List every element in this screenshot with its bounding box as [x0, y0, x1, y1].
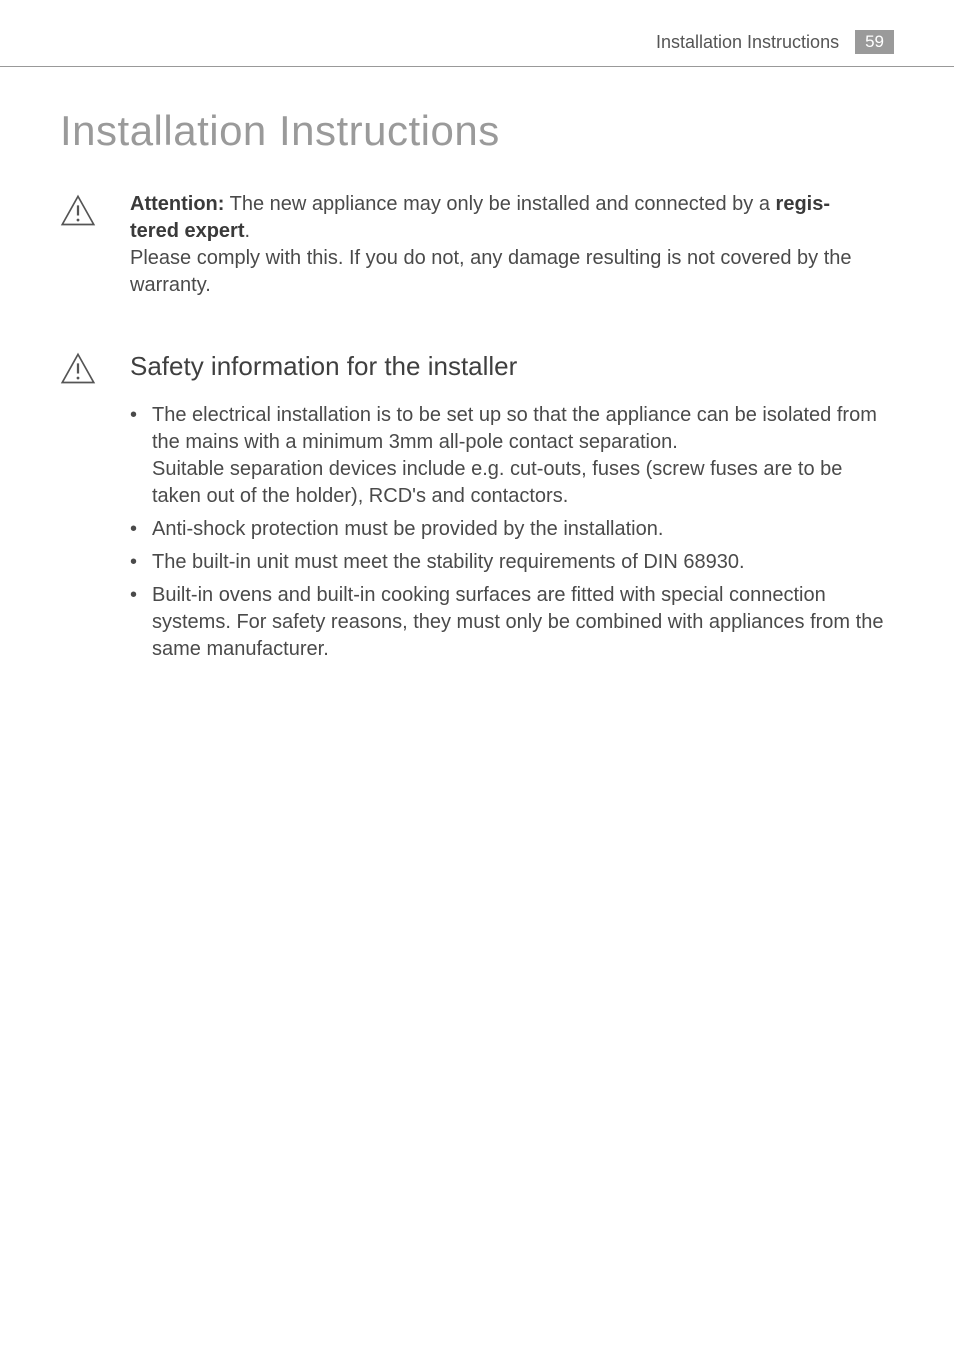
- attention-line2-after: .: [245, 220, 251, 242]
- bullet-text: The electrical installation is to be set…: [152, 404, 877, 453]
- list-item: Built-in ovens and built-in cooking surf…: [130, 582, 894, 663]
- list-item: The electrical installation is to be set…: [130, 402, 894, 510]
- icon-column: [60, 349, 130, 392]
- warning-triangle-icon: [60, 374, 96, 391]
- list-item: Anti-shock protection must be provided b…: [130, 516, 894, 543]
- safety-heading: Safety information for the installer: [130, 349, 894, 384]
- list-item: The built-in unit must meet the stabilit…: [130, 549, 894, 576]
- page-content: Installation Instructions Attention: The…: [0, 67, 954, 669]
- attention-line1-bold-end: regis-: [776, 193, 830, 215]
- bullet-subtext: Suitable separation devices include e.g.…: [152, 456, 894, 510]
- attention-text: Attention: The new appliance may only be…: [130, 191, 894, 299]
- attention-line1-mid: The new appliance may only be installed …: [224, 193, 775, 215]
- attention-line2-bold: tered expert: [130, 220, 245, 242]
- page-header: Installation Instructions 59: [0, 0, 954, 67]
- attention-label: Attention:: [130, 193, 224, 215]
- bullet-text: The built-in unit must meet the stabilit…: [152, 551, 745, 573]
- page-number: 59: [855, 30, 894, 54]
- page-title: Installation Instructions: [60, 107, 894, 155]
- icon-column: [60, 191, 130, 234]
- safety-bullet-list: The electrical installation is to be set…: [130, 402, 894, 663]
- attention-paragraph-2: Please comply with this. If you do not, …: [130, 245, 894, 299]
- warning-triangle-icon: [60, 216, 96, 233]
- safety-text: Safety information for the installer The…: [130, 349, 894, 669]
- bullet-text: Anti-shock protection must be provided b…: [152, 518, 663, 540]
- header-section-title: Installation Instructions: [656, 32, 839, 53]
- attention-paragraph-1: Attention: The new appliance may only be…: [130, 191, 894, 245]
- attention-section: Attention: The new appliance may only be…: [60, 191, 894, 299]
- safety-section: Safety information for the installer The…: [60, 349, 894, 669]
- bullet-text: Built-in ovens and built-in cooking surf…: [152, 584, 883, 660]
